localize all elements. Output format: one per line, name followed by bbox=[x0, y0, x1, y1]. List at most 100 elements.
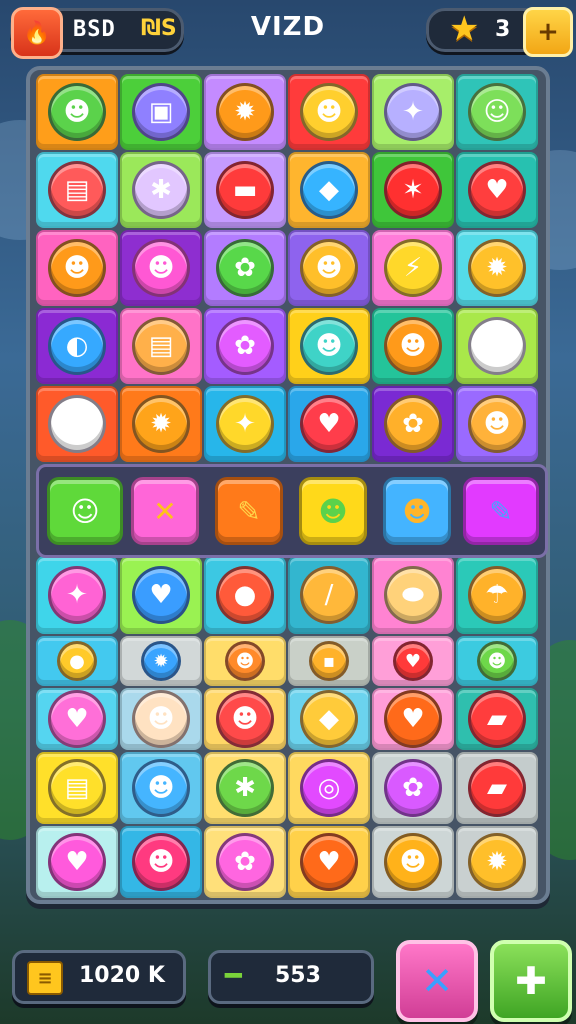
shuffle-x-button[interactable]: ✕ bbox=[396, 940, 478, 1022]
tile-creature-icon: ♥ bbox=[48, 690, 106, 748]
bone-value: 553 bbox=[275, 963, 321, 988]
tile-r10-c3[interactable]: ✿ bbox=[204, 826, 286, 898]
tile-creature-icon: ▰ bbox=[468, 759, 526, 817]
tile-creature-icon: ☻ bbox=[468, 395, 526, 453]
tile-r10-c6[interactable]: ✹ bbox=[456, 826, 538, 898]
tile-r4-c1[interactable]: ◐ bbox=[36, 308, 118, 384]
tile-r9-c1[interactable]: ▤ bbox=[36, 752, 118, 824]
tile-creature-icon: ☻ bbox=[300, 317, 358, 375]
coin-icon: ₪S bbox=[141, 16, 177, 41]
tile-r2-c2[interactable]: ✱ bbox=[120, 152, 202, 228]
tile-r3-c3[interactable]: ✿ bbox=[204, 230, 286, 306]
tile-creature-icon: ◉ bbox=[48, 395, 106, 453]
tile-r6-c2[interactable]: ♥ bbox=[120, 556, 202, 634]
tile-r7-c6[interactable]: ☻ bbox=[456, 636, 538, 686]
tile-r6-c1[interactable]: ✦ bbox=[36, 556, 118, 634]
tile-r6-c5[interactable]: ⬬ bbox=[372, 556, 454, 634]
tile-creature-icon: ✹ bbox=[132, 395, 190, 453]
tile-r5-c1[interactable]: ◉ bbox=[36, 386, 118, 462]
tile-r7-c3[interactable]: ☻ bbox=[204, 636, 286, 686]
tile-r2-c1[interactable]: ▤ bbox=[36, 152, 118, 228]
tile-r3-c5[interactable]: ⚡ bbox=[372, 230, 454, 306]
tile-creature-icon: ☻ bbox=[48, 83, 106, 141]
bone-icon: ━ bbox=[225, 959, 242, 992]
tile-r9-c2[interactable]: ☻ bbox=[120, 752, 202, 824]
tile-r8-c6[interactable]: ▰ bbox=[456, 688, 538, 750]
tile-r5-c2[interactable]: ✹ bbox=[120, 386, 202, 462]
powerup-row: ☺ ✕ ✎ ☻ ☻ ✎ bbox=[36, 464, 548, 558]
tile-r10-c4[interactable]: ♥ bbox=[288, 826, 370, 898]
powerup-tile-6[interactable]: ✎ bbox=[463, 477, 539, 545]
powerup-tile-3[interactable]: ✎ bbox=[215, 477, 283, 545]
tile-r6-c4[interactable]: / bbox=[288, 556, 370, 634]
tile-creature-icon: ▣ bbox=[132, 83, 190, 141]
tile-r7-c2[interactable]: ✹ bbox=[120, 636, 202, 686]
tile-r3-c2[interactable]: ☻ bbox=[120, 230, 202, 306]
tile-r4-c2[interactable]: ▤ bbox=[120, 308, 202, 384]
tile-r2-c5[interactable]: ✶ bbox=[372, 152, 454, 228]
tile-creature-icon: ◐ bbox=[48, 317, 106, 375]
tile-r6-c3[interactable]: ● bbox=[204, 556, 286, 634]
tile-creature-icon: ♥ bbox=[393, 641, 433, 681]
powerup-tile-2[interactable]: ✕ bbox=[131, 477, 199, 545]
tile-r1-c1[interactable]: ☻ bbox=[36, 74, 118, 150]
tile-r9-c3[interactable]: ✱ bbox=[204, 752, 286, 824]
tile-r5-c4[interactable]: ♥ bbox=[288, 386, 370, 462]
tile-r1-c2[interactable]: ▣ bbox=[120, 74, 202, 150]
tile-r9-c5[interactable]: ✿ bbox=[372, 752, 454, 824]
powerup-tile-4[interactable]: ☻ bbox=[299, 477, 367, 545]
tile-r1-c4[interactable]: ☻ bbox=[288, 74, 370, 150]
star-counter[interactable]: ★ 3 + bbox=[426, 7, 573, 57]
tile-creature-icon: ☻ bbox=[132, 239, 190, 297]
tile-r7-c5[interactable]: ♥ bbox=[372, 636, 454, 686]
tile-r2-c6[interactable]: ♥ bbox=[456, 152, 538, 228]
add-button[interactable]: ✚ bbox=[490, 940, 572, 1022]
tile-r10-c1[interactable]: ♥ bbox=[36, 826, 118, 898]
tile-r2-c4[interactable]: ◆ bbox=[288, 152, 370, 228]
tile-r9-c6[interactable]: ▰ bbox=[456, 752, 538, 824]
currency-counter[interactable]: 🔥 BSD ₪S bbox=[10, 7, 184, 59]
tile-r10-c5[interactable]: ☻ bbox=[372, 826, 454, 898]
tile-r1-c6[interactable]: ☺ bbox=[456, 74, 538, 150]
tile-r7-c1[interactable]: ● bbox=[36, 636, 118, 686]
tile-creature-icon: ✦ bbox=[48, 566, 106, 624]
powerup-tile-1[interactable]: ☺ bbox=[47, 477, 123, 545]
tile-r7-c4[interactable]: ▪ bbox=[288, 636, 370, 686]
tile-creature-icon: ♥ bbox=[48, 833, 106, 891]
tile-r8-c1[interactable]: ♥ bbox=[36, 688, 118, 750]
tile-r4-c4[interactable]: ☻ bbox=[288, 308, 370, 384]
tile-r3-c1[interactable]: ☻ bbox=[36, 230, 118, 306]
tile-creature-icon: ◎ bbox=[300, 759, 358, 817]
tile-r5-c6[interactable]: ☻ bbox=[456, 386, 538, 462]
tile-creature-icon: / bbox=[300, 566, 358, 624]
add-stars-button[interactable]: + bbox=[523, 7, 573, 57]
tile-creature-icon: ☂ bbox=[468, 566, 526, 624]
tile-r8-c4[interactable]: ◆ bbox=[288, 688, 370, 750]
tile-creature-icon: ♥ bbox=[384, 690, 442, 748]
tile-r4-c6[interactable]: ✦ bbox=[456, 308, 538, 384]
top-bar: 🔥 BSD ₪S VIZD ★ 3 + bbox=[0, 0, 576, 60]
tile-r2-c3[interactable]: ▬ bbox=[204, 152, 286, 228]
bottom-bar: ≡ 1020 K ━ 553 ✕ ✚ bbox=[0, 934, 576, 1024]
powerup-tile-5[interactable]: ☻ bbox=[383, 477, 451, 545]
tile-r1-c3[interactable]: ✹ bbox=[204, 74, 286, 150]
tile-r9-c4[interactable]: ◎ bbox=[288, 752, 370, 824]
tile-r8-c2[interactable]: ☻ bbox=[120, 688, 202, 750]
tile-r6-c6[interactable]: ☂ bbox=[456, 556, 538, 634]
tile-r4-c3[interactable]: ✿ bbox=[204, 308, 286, 384]
tile-r3-c6[interactable]: ✹ bbox=[456, 230, 538, 306]
tile-r8-c3[interactable]: ☻ bbox=[204, 688, 286, 750]
tile-creature-icon: ◆ bbox=[300, 690, 358, 748]
tile-creature-icon: ☻ bbox=[477, 641, 517, 681]
tile-creature-icon: ☻ bbox=[384, 317, 442, 375]
tile-r8-c5[interactable]: ♥ bbox=[372, 688, 454, 750]
tile-r1-c5[interactable]: ✦ bbox=[372, 74, 454, 150]
tile-creature-icon: ✹ bbox=[468, 239, 526, 297]
tile-creature-icon: ✿ bbox=[384, 395, 442, 453]
level-title: VIZD bbox=[250, 12, 326, 42]
tile-r5-c3[interactable]: ✦ bbox=[204, 386, 286, 462]
tile-r10-c2[interactable]: ☻ bbox=[120, 826, 202, 898]
tile-r3-c4[interactable]: ☻ bbox=[288, 230, 370, 306]
tile-r5-c5[interactable]: ✿ bbox=[372, 386, 454, 462]
tile-r4-c5[interactable]: ☻ bbox=[372, 308, 454, 384]
